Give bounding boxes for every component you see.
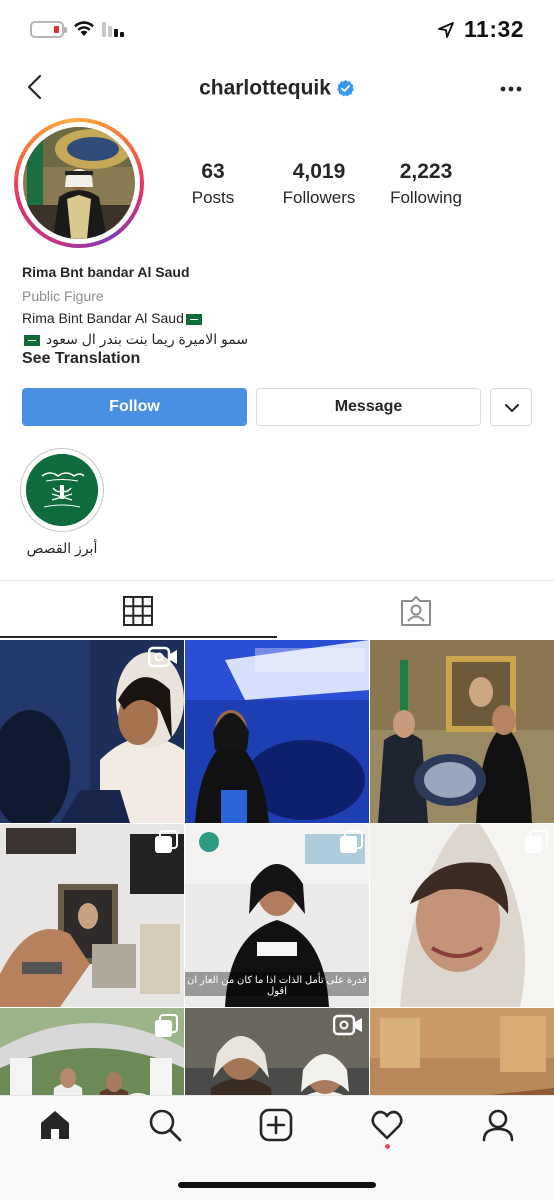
posts-count[interactable]: 63 Posts xyxy=(158,160,268,208)
grid-icon xyxy=(123,596,153,626)
followers-value: 4,019 xyxy=(292,160,346,183)
location-arrow-icon xyxy=(438,22,454,38)
profile-tabs xyxy=(0,580,554,638)
post-thumbnail[interactable] xyxy=(370,824,554,1007)
saudi-flag-icon xyxy=(24,334,40,346)
carousel-icon xyxy=(155,830,178,853)
following-count[interactable]: 2,223 Following xyxy=(371,160,481,208)
carousel-icon xyxy=(340,830,363,853)
activity-heart-icon[interactable] xyxy=(370,1108,404,1142)
profile-icon[interactable] xyxy=(481,1108,515,1142)
followers-count[interactable]: 4,019 Followers xyxy=(264,160,374,208)
post-thumbnail[interactable] xyxy=(185,640,369,823)
post-caption: قدرة على تأمل الذات اذا ما كان من العار … xyxy=(187,975,367,997)
battery-icon xyxy=(30,21,67,38)
post-thumbnail[interactable] xyxy=(0,640,184,823)
tagged-icon xyxy=(401,596,431,626)
tab-tagged[interactable] xyxy=(277,581,554,638)
notification-dot xyxy=(385,1144,390,1149)
highlight-label: أبرز القصص xyxy=(26,540,98,556)
more-options-icon[interactable] xyxy=(498,76,524,102)
post-thumbnail[interactable]: قدرة على تأمل الذات اذا ما كان من العار … xyxy=(185,824,369,1007)
saudi-flag-icon xyxy=(185,313,202,325)
carousel-icon xyxy=(525,830,548,853)
video-icon xyxy=(333,1014,362,1036)
follow-button[interactable]: Follow xyxy=(22,388,247,426)
bio-line-arabic: سمو الاميرة ريما بنت بندر ال سعود xyxy=(22,331,248,348)
posts-value: 63 xyxy=(201,160,225,183)
wifi-icon xyxy=(74,21,94,36)
story-highlight[interactable]: أبرز القصص xyxy=(18,448,106,563)
suggested-accounts-button[interactable] xyxy=(490,388,532,426)
cellular-signal-icon xyxy=(102,22,124,37)
bio-line-english: Rima Bint Bandar Al Saud xyxy=(22,310,204,326)
following-label: Following xyxy=(390,188,462,207)
username: charlottequik xyxy=(199,76,331,100)
followers-label: Followers xyxy=(282,188,356,207)
video-icon xyxy=(148,646,177,668)
posts-label: Posts xyxy=(191,188,235,207)
following-value: 2,223 xyxy=(399,160,453,183)
profile-header-bar: charlottequik xyxy=(0,60,554,118)
see-translation-link[interactable]: See Translation xyxy=(22,350,140,368)
highlight-cover xyxy=(26,454,98,526)
tab-posts-grid[interactable] xyxy=(0,581,277,638)
chevron-down-icon xyxy=(505,404,519,412)
status-time: 11:32 xyxy=(464,16,525,42)
profile-category: Public Figure xyxy=(22,288,104,304)
new-post-icon[interactable] xyxy=(259,1108,293,1142)
search-icon[interactable] xyxy=(148,1108,182,1142)
home-indicator xyxy=(178,1182,376,1188)
display-name: Rima Bnt bandar Al Saud xyxy=(22,264,190,280)
post-thumbnail[interactable] xyxy=(370,640,554,823)
post-thumbnail[interactable] xyxy=(0,1008,184,1095)
avatar-photo xyxy=(23,127,135,239)
posts-grid: قدرة على تأمل الذات اذا ما كان من العار … xyxy=(0,640,554,1095)
bio-text-english: Rima Bint Bandar Al Saud xyxy=(22,310,184,326)
profile-avatar[interactable] xyxy=(14,118,144,248)
status-bar: 11:32 xyxy=(0,0,554,60)
bio-text-arabic: سمو الاميرة ريما بنت بندر ال سعود xyxy=(45,331,249,347)
verified-badge-icon xyxy=(337,79,354,97)
username-title: charlottequik xyxy=(0,76,554,100)
post-thumbnail[interactable] xyxy=(370,1008,554,1095)
post-thumbnail[interactable] xyxy=(185,1008,369,1095)
post-thumbnail[interactable] xyxy=(0,824,184,1007)
message-button[interactable]: Message xyxy=(256,388,481,426)
home-icon[interactable] xyxy=(38,1108,72,1142)
carousel-icon xyxy=(155,1014,178,1037)
